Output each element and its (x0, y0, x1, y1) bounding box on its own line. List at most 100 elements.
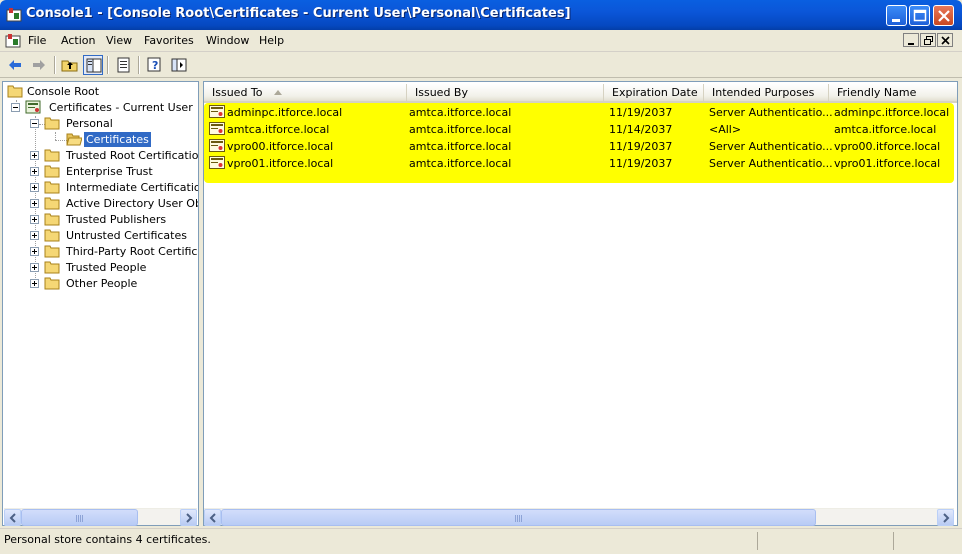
title-bar[interactable]: Console1 - [Console Root\Certificates - … (0, 0, 962, 30)
cell-issued-by: amtca.itforce.local (409, 140, 512, 153)
tree-horizontal-scrollbar[interactable] (4, 508, 197, 526)
cell-issued-to: adminpc.itforce.local (227, 106, 343, 119)
tree-label-selected: Certificates (84, 132, 151, 147)
close-icon (938, 10, 950, 22)
minimize-icon (908, 43, 914, 45)
mdi-close-button[interactable] (937, 33, 953, 47)
column-header-intended-purposes[interactable]: Intended Purposes (704, 84, 829, 101)
tree-expand-toggle[interactable] (30, 247, 39, 256)
chevron-left-icon (209, 513, 216, 523)
folder-icon (44, 277, 60, 290)
status-text: Personal store contains 4 certificates. (4, 533, 211, 546)
maximize-icon (913, 9, 927, 22)
up-one-level-button[interactable] (60, 55, 80, 75)
toolbar-separator (107, 56, 109, 74)
column-header-expiration-date[interactable]: Expiration Date (604, 84, 704, 101)
cell-issued-by: amtca.itforce.local (409, 123, 512, 136)
tree-connector (55, 132, 56, 140)
forward-button[interactable] (29, 55, 49, 75)
back-arrow-icon (9, 60, 21, 70)
table-row[interactable]: vpro01.itforce.local amtca.itforce.local 1… (204, 155, 957, 172)
back-button[interactable] (5, 55, 25, 75)
scroll-left-button[interactable] (4, 509, 21, 526)
mmc-console-icon (6, 8, 22, 22)
minimize-icon (892, 19, 900, 22)
scroll-thumb[interactable] (221, 509, 816, 526)
cell-issued-by: amtca.itforce.local (409, 157, 512, 170)
toolbar-separator (138, 56, 140, 74)
mdi-restore-button[interactable] (920, 33, 936, 47)
export-list-button[interactable] (114, 55, 134, 75)
show-hide-tree-icon (86, 58, 102, 73)
console-tree-pane[interactable]: Console Root Certificates - Current User… (2, 81, 199, 526)
tree-expand-toggle[interactable] (30, 151, 39, 160)
certificate-icon (209, 139, 225, 152)
certificate-icon (209, 122, 225, 135)
cell-expiration: 11/19/2037 (609, 157, 673, 170)
cell-purposes: <All> (709, 123, 742, 136)
cell-expiration: 11/19/2037 (609, 106, 673, 119)
certificate-icon (209, 105, 225, 118)
tree-expand-toggle[interactable] (30, 279, 39, 288)
tree-expand-toggle[interactable] (30, 215, 39, 224)
tree-label: Trusted People (66, 261, 147, 274)
folder-icon (44, 213, 60, 226)
table-row[interactable]: amtca.itforce.local amtca.itforce.local 11… (204, 121, 957, 138)
mdi-minimize-button[interactable] (903, 33, 919, 47)
table-row[interactable]: adminpc.itforce.local amtca.itforce.local… (204, 104, 957, 121)
tree-label: Certificates - Current User (49, 101, 193, 114)
open-folder-icon (66, 133, 82, 146)
tree-expand-toggle[interactable] (30, 231, 39, 240)
tree-expand-toggle[interactable] (30, 263, 39, 272)
tree-expand-toggle[interactable] (30, 199, 39, 208)
column-header-issued-to[interactable]: Issued To (204, 84, 407, 101)
table-row[interactable]: vpro00.itforce.local amtca.itforce.local 1… (204, 138, 957, 155)
tree-collapse-toggle[interactable] (11, 103, 20, 112)
scroll-thumb[interactable] (21, 509, 138, 526)
tree-expand-toggle[interactable] (30, 183, 39, 192)
sort-ascending-icon (274, 90, 282, 95)
maximize-button[interactable] (909, 5, 930, 26)
close-button[interactable] (933, 5, 954, 26)
tree-collapse-toggle[interactable] (30, 119, 39, 128)
menu-help[interactable]: Help (259, 34, 284, 47)
show-hide-action-pane-button[interactable] (169, 55, 189, 75)
chevron-right-icon (943, 513, 950, 523)
close-icon (941, 36, 950, 45)
tree-label: Console Root (27, 85, 100, 98)
certificate-list-pane[interactable]: Issued To Issued By Expiration Date Inte… (203, 81, 958, 526)
column-header-friendly-name[interactable]: Friendly Name (829, 84, 957, 101)
cell-friendly: adminpc.itforce.local (834, 106, 950, 119)
scroll-left-button[interactable] (204, 509, 221, 526)
svg-text:?: ? (152, 59, 158, 72)
cell-friendly: amtca.itforce.local (834, 123, 937, 136)
minimize-button[interactable] (886, 5, 907, 26)
menu-favorites[interactable]: Favorites (144, 34, 194, 47)
cell-purposes: Server Authenticatio... (709, 106, 833, 119)
list-horizontal-scrollbar[interactable] (204, 508, 954, 526)
folder-icon (7, 85, 23, 98)
tree-label: Other People (66, 277, 138, 290)
tree-label: Enterprise Trust (66, 165, 153, 178)
menu-window[interactable]: Window (206, 34, 249, 47)
scroll-right-button[interactable] (937, 509, 954, 526)
folder-icon (44, 229, 60, 242)
list-header: Issued To Issued By Expiration Date Inte… (204, 84, 957, 103)
help-button[interactable]: ? (145, 55, 165, 75)
tree-label: Trusted Root Certification Authorities (66, 149, 199, 162)
window-title: Console1 - [Console Root\Certificates - … (26, 6, 571, 21)
show-hide-tree-button[interactable] (83, 55, 103, 75)
scroll-grip (76, 515, 84, 522)
toolbar-separator (54, 56, 56, 74)
tree-expand-toggle[interactable] (30, 167, 39, 176)
menu-view[interactable]: View (106, 34, 132, 47)
mdi-document-icon[interactable] (5, 33, 21, 49)
tree-label: Intermediate Certification Authorities (66, 181, 198, 194)
menu-action[interactable]: Action (61, 34, 95, 47)
folder-icon (44, 149, 60, 162)
status-panel-divider (757, 532, 758, 550)
menu-file[interactable]: File (28, 34, 46, 47)
folder-icon (44, 197, 60, 210)
column-header-issued-by[interactable]: Issued By (407, 84, 604, 101)
scroll-right-button[interactable] (180, 509, 197, 526)
